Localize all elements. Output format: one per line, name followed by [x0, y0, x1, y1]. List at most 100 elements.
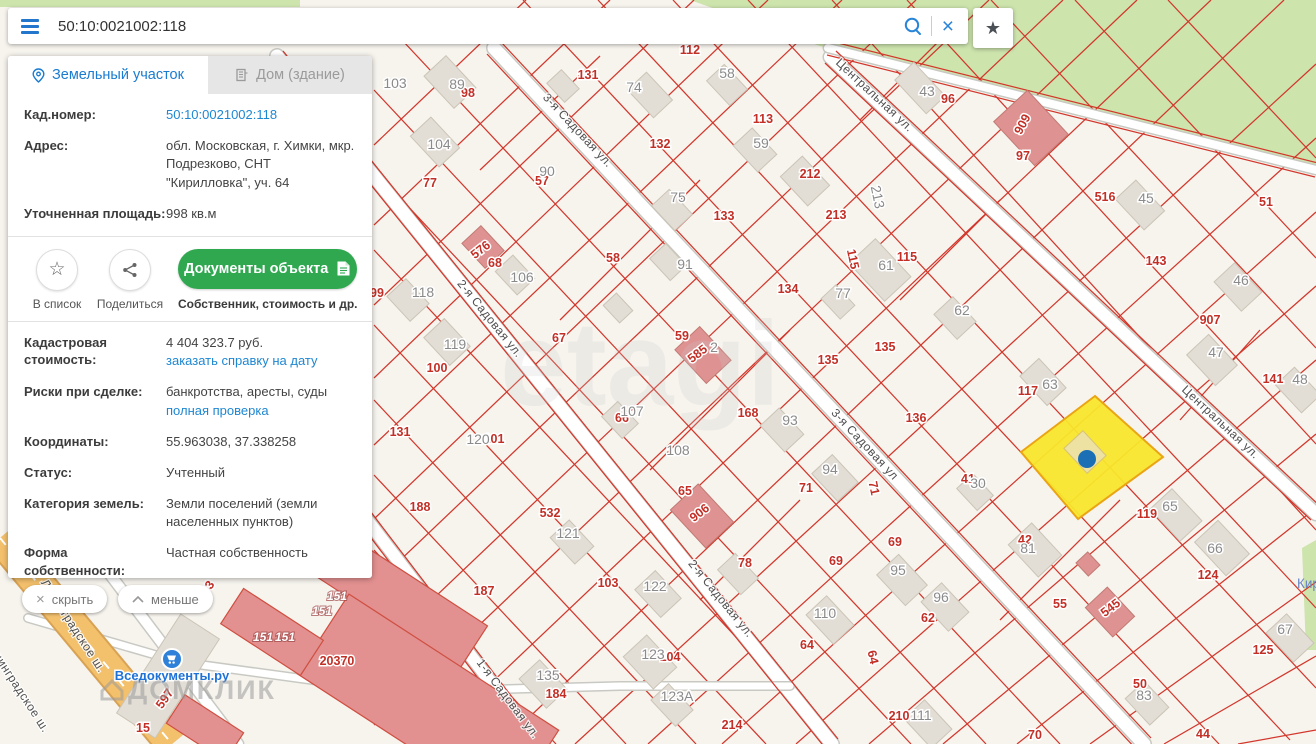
- map-building-label: 111: [910, 707, 931, 723]
- menu-button[interactable]: [8, 8, 52, 44]
- map-building-label: 83: [1136, 687, 1152, 703]
- map-building-label: 135: [536, 667, 560, 683]
- clear-search-button[interactable]: ×: [940, 16, 956, 37]
- map-building-label: 118: [412, 284, 435, 300]
- map-building-label: 94: [822, 461, 838, 477]
- map-building-label: 43: [919, 83, 935, 99]
- field-value: Учтенный: [166, 464, 226, 480]
- field-value: 998 кв.м: [166, 205, 217, 221]
- field-label: Статус:: [24, 464, 73, 480]
- field-row: Адрес: обл. Московская, г. Химки, мкр. По…: [24, 137, 356, 192]
- favorites-button[interactable]: ★: [973, 8, 1013, 48]
- map-parcel-label: 62: [921, 611, 935, 625]
- map-parcel-label: 71: [866, 480, 883, 497]
- star-icon: ★: [984, 17, 1002, 38]
- map-parcel-label: 103: [598, 576, 619, 590]
- map-parcel-label: 136: [906, 411, 927, 425]
- map-parcel-label: 168: [738, 406, 759, 420]
- add-to-list-label: В список: [32, 296, 82, 311]
- fields-top: Кад.номер: 50:10:0021002:118 Адрес: обл. Мо…: [24, 106, 356, 223]
- map-parcel-label: 125: [1253, 643, 1274, 657]
- star-outline-icon: ☆: [48, 259, 66, 281]
- field-row: Форма собственности: Частная собственност…: [24, 544, 356, 578]
- map-parcel-label: 131: [578, 68, 599, 82]
- map-parcel-label: 117: [1018, 384, 1038, 398]
- map-parcel-label: 213: [826, 208, 847, 222]
- field-value[interactable]: 50:10:0021002:118: [166, 106, 356, 124]
- add-to-list-button[interactable]: ☆ В список: [24, 248, 90, 311]
- field-label: Кадастровая стоимость:: [24, 334, 107, 368]
- map-parcel-label: 188: [410, 500, 431, 514]
- map-building-label: 106: [510, 269, 534, 285]
- map-building-label: 123: [641, 646, 665, 662]
- map-building-label: 63: [1042, 376, 1058, 392]
- map-pin-icon: [32, 67, 45, 83]
- field-link[interactable]: полная проверка: [166, 402, 269, 420]
- map-building-label: 122: [643, 578, 667, 594]
- collapse-panel-button[interactable]: меньше: [118, 585, 213, 613]
- tab-land-parcel[interactable]: Земельный участок: [8, 56, 208, 94]
- map-parcel-label: 151: [312, 604, 332, 618]
- map-parcel-label: 516: [1095, 190, 1116, 204]
- field-row: Статус: Учтенный: [24, 464, 356, 482]
- map-parcel-label: 132: [650, 137, 671, 151]
- map-parcel-label: 67: [552, 331, 566, 345]
- object-documents-button[interactable]: Документы объекта: [178, 248, 358, 289]
- search-icon[interactable]: [903, 16, 923, 36]
- map-parcel-label: 78: [738, 556, 752, 570]
- field-row: Категория земель: Земли поселений (земли …: [24, 495, 356, 531]
- field-value: Частная собственность: [166, 545, 308, 561]
- field-value: обл. Московская, г. Химки, мкр. Подрезко…: [166, 138, 355, 190]
- divider: [930, 16, 932, 36]
- map-parcel-label: 58: [606, 251, 620, 265]
- divider: [8, 320, 372, 322]
- map-parcel-label: 184: [546, 687, 567, 701]
- map-parcel-label: 15: [136, 721, 150, 735]
- map-building-label: 30: [970, 475, 986, 491]
- fields-bottom: Кадастровая стоимость: 4 404 323.7 руб.за…: [24, 334, 356, 578]
- cart-icon: [172, 661, 175, 664]
- map-parcel-label: 135: [875, 340, 896, 354]
- tab-building[interactable]: Дом (здание): [208, 56, 372, 94]
- map-building-label: 107: [620, 403, 644, 419]
- field-label: Адрес:: [24, 138, 69, 154]
- share-label: Поделиться: [96, 296, 164, 311]
- map-parcel-label: 135: [818, 353, 839, 367]
- map-parcel-label: 59: [675, 329, 689, 343]
- map-parcel-label: 907: [1200, 313, 1221, 327]
- map-parcel-label: 99: [370, 286, 384, 300]
- app-window: etagi 98 131 112 113 96 77 57 132 68 58 99 100 67 59 66…: [0, 0, 1316, 744]
- map-building-label: 62: [954, 302, 970, 318]
- map-building-label: 74: [626, 79, 642, 95]
- hamburger-icon: [21, 18, 39, 34]
- map-building-label: 48: [1292, 371, 1308, 387]
- search-input[interactable]: [52, 17, 903, 35]
- close-icon: ×: [36, 590, 45, 608]
- field-label: Координаты:: [24, 433, 109, 449]
- field-label: Форма собственности:: [24, 545, 126, 578]
- documents-caption: Собственник, стоимость и др.: [178, 296, 358, 311]
- place-name-label: Кирилловка: [1297, 576, 1316, 591]
- map-parcel-label: 210: [889, 709, 910, 723]
- document-icon: [337, 261, 350, 276]
- building-icon: [236, 68, 248, 82]
- map-parcel-label: 124: [1198, 568, 1219, 582]
- map-building-label: 67: [1277, 621, 1293, 637]
- map-building-label: 75: [670, 189, 686, 205]
- map-parcel-label: 69: [829, 554, 843, 568]
- map-parcel-label: 131: [390, 425, 411, 439]
- map-parcel-label: 55: [1053, 597, 1067, 611]
- map-parcel-label: 96: [941, 92, 955, 106]
- map-building-label: 61: [878, 257, 894, 273]
- hide-label: скрыть: [51, 591, 94, 607]
- field-link[interactable]: заказать справку на дату: [166, 352, 318, 370]
- field-label: Риски при сделке:: [24, 384, 143, 400]
- map-parcel-label: 112: [680, 43, 700, 57]
- green-area: [0, 0, 300, 7]
- map-parcel-label: 51: [1259, 195, 1273, 209]
- hide-panel-button[interactable]: × скрыть: [22, 585, 108, 613]
- cart-icon: [168, 661, 171, 664]
- share-button[interactable]: Поделиться: [90, 248, 170, 311]
- selected-object-marker: [1078, 450, 1096, 468]
- map-parcel-label: 141: [1263, 372, 1284, 386]
